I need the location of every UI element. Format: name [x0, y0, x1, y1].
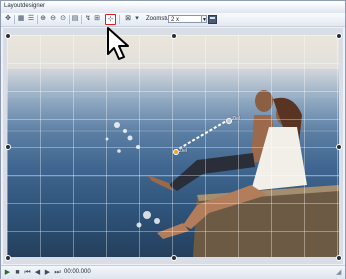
chevron-down-icon[interactable]: ▼ [201, 15, 207, 23]
toolbar: ✥ ▦ ☰ ⊕ ⊖ ⊙ ▤ ↯ ⊞ ⊹ ⊠ ▾ Zoomstufe: 2 x ▼ [1, 13, 345, 27]
grid-tool-icon[interactable]: ▦ [17, 15, 25, 23]
layout-photo[interactable]: Ziel Ziel [7, 35, 339, 257]
pointer-tool-icon[interactable]: ✥ [4, 15, 12, 23]
step-back-icon[interactable]: ◀ [34, 269, 41, 276]
add-object-icon[interactable]: ⊞ [93, 15, 101, 23]
resize-handle-left[interactable] [5, 144, 11, 150]
mouse-pointer-icon [107, 27, 129, 60]
save-icon[interactable] [208, 15, 217, 24]
motion-end-label: Ziel [232, 116, 241, 122]
skip-start-icon[interactable]: ⏮ [24, 269, 31, 276]
toolbar-separator [119, 15, 120, 24]
resize-handle-bottom-right[interactable] [336, 255, 342, 261]
resize-handle-bottom-left[interactable] [5, 255, 11, 261]
toolbar-separator [14, 15, 15, 24]
window-title: Layoutdesigner [4, 3, 46, 9]
stop-icon[interactable]: ■ [14, 269, 21, 276]
resize-handle-right[interactable] [336, 144, 342, 150]
add-keyframe-icon[interactable]: ⊹ [105, 14, 116, 25]
resize-grip-icon[interactable]: ◢ [336, 269, 343, 276]
layout-canvas[interactable]: Ziel Ziel [3, 28, 343, 264]
toolbar-separator [37, 15, 38, 24]
align-menu-icon[interactable]: ▾ [133, 15, 141, 23]
resize-handle-top-right[interactable] [336, 33, 342, 39]
motion-path-icon[interactable]: ↯ [84, 15, 92, 23]
list-tool-icon[interactable]: ☰ [27, 15, 35, 23]
toolbar-separator [81, 15, 82, 24]
motion-path [174, 119, 229, 152]
motion-start-label: Ziel [179, 148, 188, 154]
zoom-in-icon[interactable]: ⊕ [39, 15, 47, 23]
zoom-select[interactable]: 2 x [168, 15, 202, 23]
align-icon[interactable]: ⊠ [124, 15, 132, 23]
playback-time: 00:00.000 [64, 269, 91, 275]
layout-options-icon[interactable]: ▤ [71, 15, 79, 23]
zoom-out-icon[interactable]: ⊖ [49, 15, 57, 23]
playback-bar: ▶ ■ ⏮ ◀ ▶ ⏭ 00:00.000 ◢ [1, 265, 345, 279]
zoom-fit-icon[interactable]: ⊙ [59, 15, 67, 23]
resize-handle-top[interactable] [171, 33, 177, 39]
resize-handle-bottom[interactable] [171, 255, 177, 261]
step-forward-icon[interactable]: ▶ [44, 269, 51, 276]
skip-end-icon[interactable]: ⏭ [54, 269, 61, 276]
resize-handle-top-left[interactable] [5, 33, 11, 39]
toolbar-separator [69, 15, 70, 24]
play-icon[interactable]: ▶ [4, 269, 11, 276]
layout-designer-window: Layoutdesigner ✥ ▦ ☰ ⊕ ⊖ ⊙ ▤ ↯ ⊞ ⊹ ⊠ ▾ Z… [0, 0, 346, 279]
